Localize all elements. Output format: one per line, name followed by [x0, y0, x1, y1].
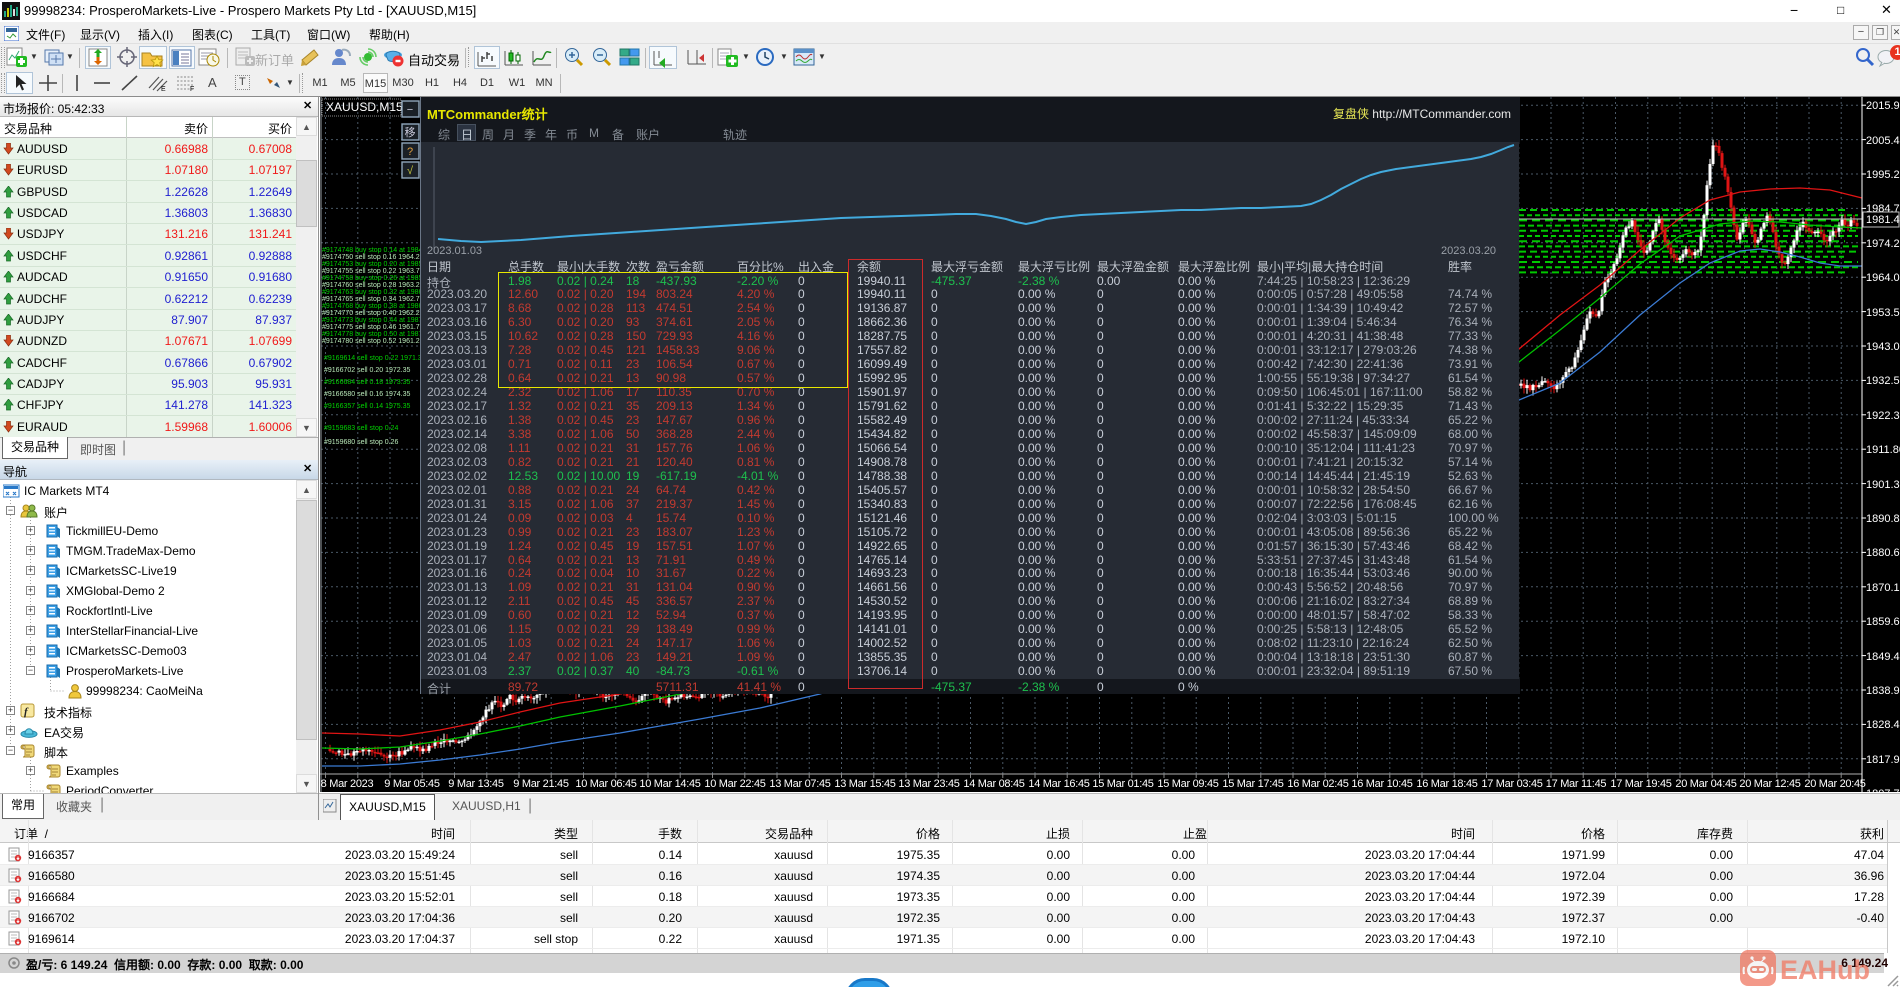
- svg-text:15 Mar 01:45: 15 Mar 01:45: [1092, 778, 1153, 790]
- svg-text:1807.70: 1807.70: [1866, 788, 1900, 792]
- svg-text:1943.00: 1943.00: [1866, 341, 1900, 353]
- svg-text:1859.60: 1859.60: [1866, 616, 1900, 628]
- svg-text:20 Mar 04:45: 20 Mar 04:45: [1675, 778, 1736, 790]
- svg-text:#9174770 sell stop 0.40 1962.2: #9174770 sell stop 0.40 1962.20: [322, 310, 424, 317]
- svg-text:15 Mar 09:45: 15 Mar 09:45: [1157, 778, 1218, 790]
- svg-text:13 Mar 23:45: 13 Mar 23:45: [898, 778, 959, 790]
- svg-text:#9174753 buy stop 0.20 at 1985: #9174753 buy stop 0.20 at 1985.05: [322, 261, 432, 268]
- svg-text:1922.30: 1922.30: [1866, 410, 1900, 422]
- svg-text:#9174750 sell stop 0.16 1964.2: #9174750 sell stop 0.16 1964.20: [322, 254, 424, 261]
- svg-text:8 Mar 2023: 8 Mar 2023: [321, 778, 374, 790]
- svg-text:−: −: [407, 104, 413, 116]
- svg-text:?: ?: [407, 146, 413, 158]
- svg-text:#9174763 buy stop 0.32 at 1986: #9174763 buy stop 0.32 at 1986.05: [322, 289, 432, 296]
- svg-text:20 Mar 20:45: 20 Mar 20:45: [1804, 778, 1865, 790]
- svg-text:17 Mar 19:45: 17 Mar 19:45: [1610, 778, 1671, 790]
- svg-text:2005.40: 2005.40: [1866, 135, 1900, 147]
- svg-text:#9174760 sell stop 0.28 1963.2: #9174760 sell stop 0.28 1963.20: [322, 282, 424, 289]
- svg-text:F: F: [190, 86, 194, 92]
- svg-text:9 Mar 05:45: 9 Mar 05:45: [384, 778, 440, 790]
- svg-text:1849.40: 1849.40: [1866, 651, 1900, 663]
- svg-text:10 Mar 22:45: 10 Mar 22:45: [704, 778, 765, 790]
- svg-text:15 Mar 17:45: 15 Mar 17:45: [1222, 778, 1283, 790]
- svg-text:13 Mar 07:45: 13 Mar 07:45: [769, 778, 830, 790]
- svg-text:1911.80: 1911.80: [1866, 444, 1900, 456]
- svg-text:#9174780 sell stop 0.52 1961.2: #9174780 sell stop 0.52 1961.20: [322, 338, 424, 345]
- svg-text:10 Mar 14:45: 10 Mar 14:45: [639, 778, 700, 790]
- svg-text:#9159680 sell stop 0.26: #9159680 sell stop 0.26: [324, 439, 398, 446]
- svg-text:1901.30: 1901.30: [1866, 479, 1900, 491]
- svg-text:16 Mar 02:45: 16 Mar 02:45: [1287, 778, 1348, 790]
- svg-text:16 Mar 18:45: 16 Mar 18:45: [1416, 778, 1477, 790]
- svg-text:E: E: [161, 86, 166, 92]
- svg-text:1890.80: 1890.80: [1866, 513, 1900, 525]
- svg-text:移: 移: [405, 126, 416, 139]
- svg-text:1838.90: 1838.90: [1866, 685, 1900, 697]
- svg-text:14 Mar 16:45: 14 Mar 16:45: [1028, 778, 1089, 790]
- svg-text:1817.90: 1817.90: [1866, 754, 1900, 766]
- svg-text:1995.20: 1995.20: [1866, 169, 1900, 181]
- svg-text:#9174778 buy stop 0.50 at 1987: #9174778 buy stop 0.50 at 1987.55: [322, 331, 432, 338]
- svg-text:#9174765 sell stop 0.34 1962.7: #9174765 sell stop 0.34 1962.70: [322, 296, 424, 303]
- svg-text:16 Mar 10:45: 16 Mar 10:45: [1351, 778, 1412, 790]
- svg-text:20 Mar 12:45: 20 Mar 12:45: [1739, 778, 1800, 790]
- svg-text:14 Mar 08:45: 14 Mar 08:45: [963, 778, 1024, 790]
- svg-text:#9174768 buy stop 0.38 at 1986: #9174768 buy stop 0.38 at 1986.55: [322, 303, 432, 310]
- svg-text:√: √: [407, 165, 414, 177]
- svg-text:XAUUSD,M15: XAUUSD,M15: [326, 100, 403, 114]
- svg-text:#9159683 sell stop 0.24: #9159683 sell stop 0.24: [324, 425, 398, 432]
- svg-text:1964.00: 1964.00: [1866, 272, 1900, 284]
- svg-text:#9166357 sell 0.14 1975.35: #9166357 sell 0.14 1975.35: [324, 403, 411, 410]
- svg-text:2015.90: 2015.90: [1866, 100, 1900, 112]
- svg-text:#9174775 sell stop 0.46 1961.7: #9174775 sell stop 0.46 1961.70: [322, 324, 424, 331]
- svg-text:#9174748 buy stop 0.14 at 1984: #9174748 buy stop 0.14 at 1984.55: [322, 247, 432, 254]
- svg-text:#9166580 sell 0.16 1974.35: #9166580 sell 0.16 1974.35: [324, 391, 411, 398]
- svg-text:#9174758 buy stop 0.26 at 1985: #9174758 buy stop 0.26 at 1985.55: [322, 275, 432, 282]
- svg-text:17 Mar 11:45: 17 Mar 11:45: [1546, 778, 1607, 790]
- svg-text:1974.20: 1974.20: [1866, 238, 1900, 250]
- svg-text:#9169614 sell stop 0.22 1971.3: #9169614 sell stop 0.22 1971.35: [324, 355, 426, 362]
- svg-text:1880.60: 1880.60: [1866, 547, 1900, 559]
- svg-text:1932.50: 1932.50: [1866, 375, 1900, 387]
- svg-text:#9166684 sell 0.18 1973.35: #9166684 sell 0.18 1973.35: [324, 379, 411, 386]
- svg-text:#9174755 sell stop 0.22 1963.7: #9174755 sell stop 0.22 1963.70: [322, 268, 424, 275]
- svg-text:1870.10: 1870.10: [1866, 582, 1900, 594]
- svg-text:17 Mar 03:45: 17 Mar 03:45: [1481, 778, 1542, 790]
- svg-text:1981.44: 1981.44: [1866, 214, 1900, 226]
- svg-text:1953.50: 1953.50: [1866, 307, 1900, 319]
- svg-text:EAHub: EAHub: [1780, 955, 1870, 985]
- svg-text:#9166702 sell 0.20 1972.35: #9166702 sell 0.20 1972.35: [324, 367, 411, 374]
- svg-text:13 Mar 15:45: 13 Mar 15:45: [834, 778, 895, 790]
- svg-text:#9174773 buy stop 0.44 at 1987: #9174773 buy stop 0.44 at 1987.05: [322, 317, 432, 324]
- svg-text:9 Mar 13:45: 9 Mar 13:45: [448, 778, 504, 790]
- svg-text:10 Mar 06:45: 10 Mar 06:45: [575, 778, 636, 790]
- svg-text:1828.40: 1828.40: [1866, 719, 1900, 731]
- svg-text:9 Mar 21:45: 9 Mar 21:45: [513, 778, 569, 790]
